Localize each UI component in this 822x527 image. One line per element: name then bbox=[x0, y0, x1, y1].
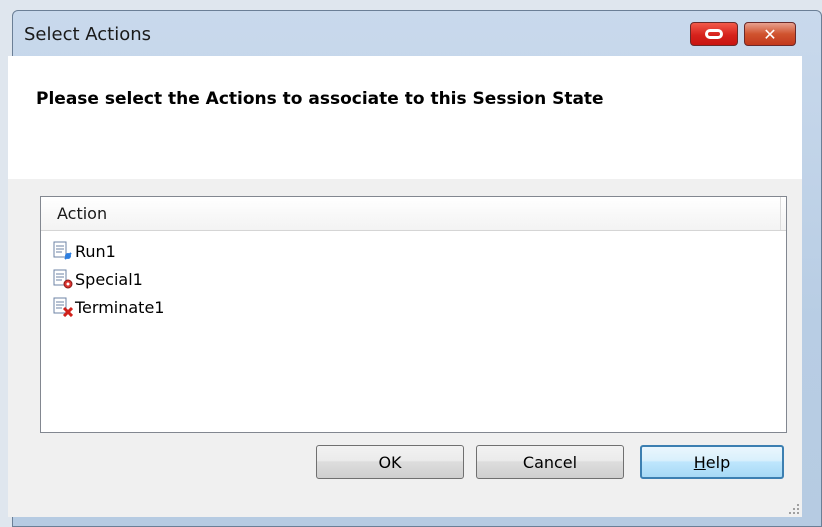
list-item-label: Special1 bbox=[75, 269, 143, 289]
instruction-heading: Please select the Actions to associate t… bbox=[36, 89, 604, 109]
list-item-terminate1[interactable]: Terminate1 bbox=[53, 293, 164, 321]
ok-button[interactable]: OK bbox=[316, 445, 464, 479]
column-separator bbox=[780, 197, 781, 230]
column-header-action[interactable]: Action bbox=[41, 197, 786, 231]
list-item-label: Run1 bbox=[75, 241, 116, 261]
column-header-label: Action bbox=[57, 204, 108, 223]
list-item-run1[interactable]: Run1 bbox=[53, 237, 116, 265]
close-button[interactable]: ✕ bbox=[744, 22, 796, 46]
header-panel: Please select the Actions to associate t… bbox=[8, 56, 802, 179]
run-action-icon bbox=[53, 241, 72, 260]
list-item-special1[interactable]: Special1 bbox=[53, 265, 143, 293]
record-icon bbox=[705, 29, 723, 39]
close-icon: ✕ bbox=[763, 24, 777, 44]
cancel-button[interactable]: Cancel bbox=[476, 445, 624, 479]
record-button[interactable] bbox=[690, 22, 738, 46]
window-title: Select Actions bbox=[24, 24, 152, 45]
dialog-client-area: Please select the Actions to associate t… bbox=[8, 56, 802, 517]
actions-listview[interactable]: Action Run1 Special1 Terminate1 bbox=[40, 196, 787, 433]
terminate-action-icon bbox=[53, 297, 73, 317]
help-label-rest: elp bbox=[705, 452, 731, 472]
help-button[interactable]: Help bbox=[640, 445, 784, 479]
help-accelerator: H bbox=[693, 452, 706, 472]
list-item-label: Terminate1 bbox=[75, 297, 165, 317]
resize-grip-icon[interactable] bbox=[788, 503, 800, 515]
special-action-icon bbox=[53, 269, 73, 289]
